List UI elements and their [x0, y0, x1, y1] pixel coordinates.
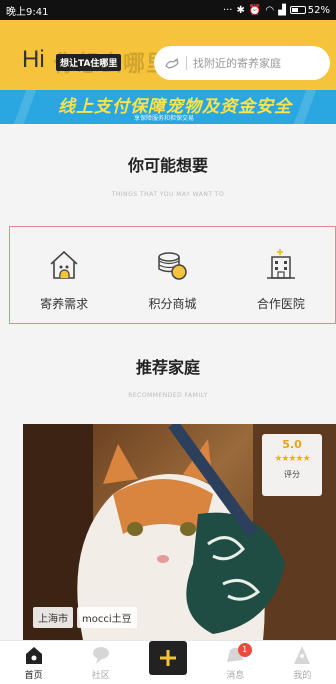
coin-stack-icon	[158, 252, 188, 280]
tab-bar: 首页 社区 1 消息 我的	[0, 640, 336, 684]
family-name-tag: mocci土豆	[77, 607, 137, 628]
bluetooth-icon: ✱	[236, 4, 245, 16]
feature-partner-hospital[interactable]: 合作医院	[227, 227, 335, 323]
wifi-icon: ◠	[265, 4, 275, 16]
feature-label: 积分商城	[148, 297, 197, 311]
search-divider	[186, 56, 187, 70]
home-icon	[25, 647, 42, 664]
recommended-subtitle: RECOMMENDED FAMILY	[128, 392, 208, 399]
alarm-icon: ⏰	[248, 4, 262, 16]
header: 你想去哪里？ Hi 想让TA住哪里 找附近的寄养家庭	[0, 20, 336, 90]
tab-label: 首页	[24, 671, 43, 681]
tab-label: 消息	[226, 671, 245, 681]
promo-banner[interactable]: 线上支付保障宠物及资金安全 享保障服务和担保交易	[0, 90, 336, 124]
status-bar: 晚上9:41 ··· ✱ ⏰ ◠ ▟ 52%	[0, 0, 336, 20]
tab-label: 我的	[293, 671, 312, 681]
location-tag: 上海市	[33, 607, 73, 628]
greeting-text: Hi	[22, 46, 45, 73]
tab-profile[interactable]: 我的	[269, 641, 336, 684]
message-badge: 1	[237, 643, 252, 657]
more-dots-icon: ···	[222, 4, 233, 16]
rating-label: 评分	[284, 470, 300, 479]
family-card[interactable]: 5.0 ★★★★★ 评分 上海市 mocci土豆	[23, 424, 336, 640]
status-time: 晚上9:41	[6, 6, 49, 18]
slogan-tag: 想让TA住哪里	[56, 54, 122, 71]
feature-points-mall[interactable]: 积分商城	[118, 227, 226, 323]
tab-publish[interactable]	[134, 641, 201, 684]
feature-label: 合作医院	[256, 297, 305, 311]
battery-text: 52%	[307, 4, 330, 16]
suggest-subtitle: THINGS THAT YOU MAY WANT TO	[111, 191, 225, 198]
publish-button[interactable]	[149, 641, 187, 675]
search-placeholder: 找附近的寄养家庭	[193, 57, 281, 70]
hospital-icon	[266, 249, 295, 279]
profile-icon	[294, 646, 311, 664]
card-tags: 上海市 mocci土豆	[33, 607, 137, 628]
plus-icon	[160, 650, 176, 666]
pet-paw-icon	[165, 57, 179, 69]
tab-community[interactable]: 社区	[67, 641, 134, 684]
feature-grid: 寄养需求 积分商城 合作医院	[9, 226, 336, 324]
tab-home[interactable]: 首页	[0, 641, 67, 684]
community-icon	[92, 647, 109, 664]
house-pet-icon	[50, 250, 78, 279]
battery-icon: 52%	[289, 4, 330, 16]
banner-subtitle: 享保障服务和担保交易	[134, 115, 195, 122]
status-icons: ··· ✱ ⏰ ◠ ▟ 52%	[223, 5, 330, 16]
search-bar[interactable]: 找附近的寄养家庭	[154, 46, 330, 80]
rating-stars: ★★★★★	[274, 454, 310, 464]
suggest-title: 你可能想要	[127, 156, 208, 175]
feature-label: 寄养需求	[40, 297, 89, 311]
recommended-title: 推荐家庭	[135, 358, 200, 377]
feature-foster-demand[interactable]: 寄养需求	[10, 227, 118, 323]
rating-box: 5.0 ★★★★★ 评分	[262, 434, 322, 496]
tab-label: 社区	[91, 671, 110, 681]
rating-value: 5.0	[282, 438, 302, 451]
signal-icon: ▟	[278, 4, 286, 16]
tab-messages[interactable]: 1 消息	[202, 641, 269, 684]
